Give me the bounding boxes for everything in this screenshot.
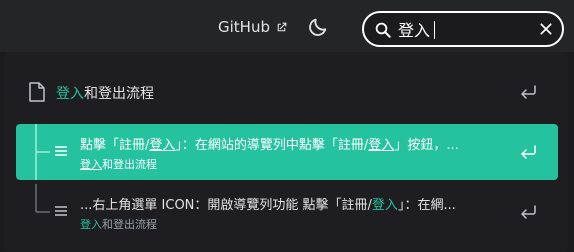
page-icon — [29, 82, 45, 102]
page-hit-title: 登入和登出流程 — [56, 86, 154, 102]
text-caret — [434, 21, 435, 39]
github-label: GitHub — [218, 18, 270, 36]
match-highlight: 登入 — [80, 218, 102, 231]
match-highlight: 登入 — [80, 158, 102, 171]
result-hit[interactable]: ...右上角選單 ICON：開啟導覽列功能 點擊「註冊/登入」：在網... 登入… — [16, 184, 558, 240]
match-highlight: 登入 — [149, 138, 176, 153]
tree-connector-icon — [35, 124, 50, 180]
result-path: 登入和登出流程 — [80, 218, 157, 231]
result-title: 點擊「註冊/登入」：在網站的導覽列中點擊「註冊/登入」按鈕，... — [80, 138, 459, 153]
github-link[interactable]: GitHub — [218, 15, 288, 39]
enter-icon — [521, 205, 536, 219]
search-box[interactable] — [362, 11, 564, 47]
navbar: GitHub — [0, 0, 574, 52]
match-highlight: 登入 — [56, 86, 84, 102]
result-title: ...右上角選單 ICON：開啟導覽列功能 點擊「註冊/登入」：在網... — [80, 198, 456, 213]
heading-icon — [55, 206, 67, 216]
match-highlight: 登入 — [371, 198, 398, 213]
external-link-icon — [277, 22, 287, 31]
enter-icon — [521, 145, 536, 159]
search-icon — [375, 22, 391, 38]
moon-icon[interactable] — [307, 16, 329, 38]
heading-icon — [55, 146, 67, 156]
enter-icon — [521, 85, 536, 99]
result-hit-active[interactable]: 點擊「註冊/登入」：在網站的導覽列中點擊「註冊/登入」按鈕，... 登入和登出流… — [16, 124, 558, 180]
result-path: 登入和登出流程 — [80, 158, 157, 171]
tree-connector-icon — [35, 184, 50, 213]
search-input[interactable] — [398, 16, 528, 42]
page-hit[interactable]: 登入和登出流程 — [16, 68, 558, 116]
match-highlight: 登入 — [368, 138, 395, 153]
clear-icon[interactable] — [538, 21, 554, 37]
